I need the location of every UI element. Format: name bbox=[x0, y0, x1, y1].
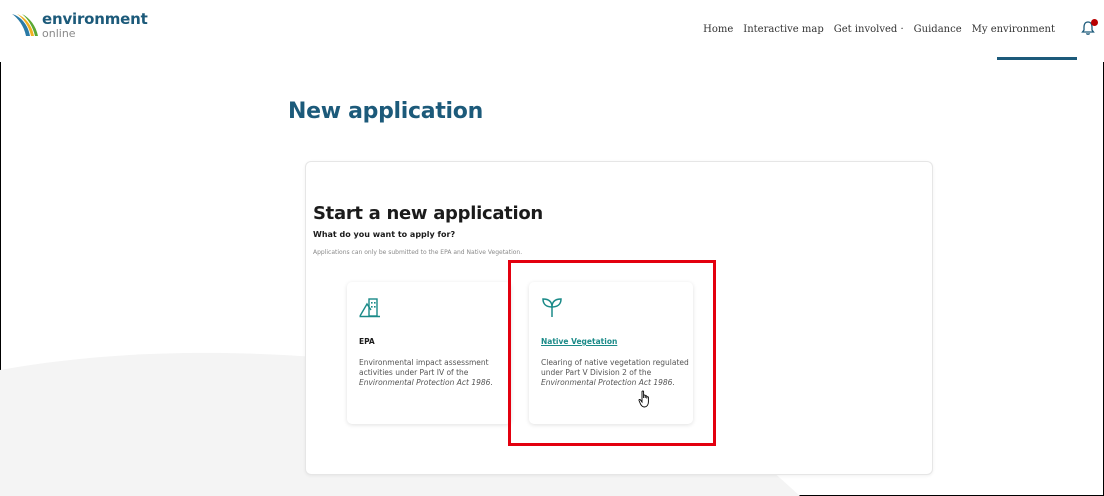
apply-question: What do you want to apply for? bbox=[313, 230, 456, 239]
notification-dot bbox=[1091, 19, 1098, 26]
nav-guidance[interactable]: Guidance bbox=[909, 24, 967, 35]
section-heading: Start a new application bbox=[313, 203, 543, 224]
hand-cursor-icon bbox=[638, 390, 649, 408]
top-navigation-bar: environment online Home Interactive map … bbox=[0, 0, 1104, 62]
nav-interactive-map[interactable]: Interactive map bbox=[738, 24, 828, 35]
site-logo[interactable]: environment online bbox=[10, 12, 148, 39]
nav-my-environment[interactable]: My environment bbox=[967, 24, 1060, 35]
epa-card-description: Environmental impact assessment activiti… bbox=[359, 358, 493, 387]
epa-card[interactable]: EPA Environmental impact assessment acti… bbox=[347, 282, 511, 424]
logo-wordmark: environment bbox=[42, 10, 148, 28]
page-title: New application bbox=[288, 99, 483, 124]
submission-hint: Applications can only be submitted to th… bbox=[313, 249, 523, 256]
nav-get-involved[interactable]: Get involved · bbox=[829, 24, 909, 35]
logo-subtitle: online bbox=[42, 27, 76, 40]
epa-card-title: EPA bbox=[359, 337, 375, 346]
main-nav: Home Interactive map Get involved · Guid… bbox=[698, 24, 1060, 35]
active-nav-indicator bbox=[997, 57, 1077, 60]
highlight-box bbox=[508, 260, 716, 446]
logo-mark-icon bbox=[12, 14, 38, 36]
nav-home[interactable]: Home bbox=[698, 24, 738, 35]
building-mountain-icon bbox=[359, 298, 380, 318]
